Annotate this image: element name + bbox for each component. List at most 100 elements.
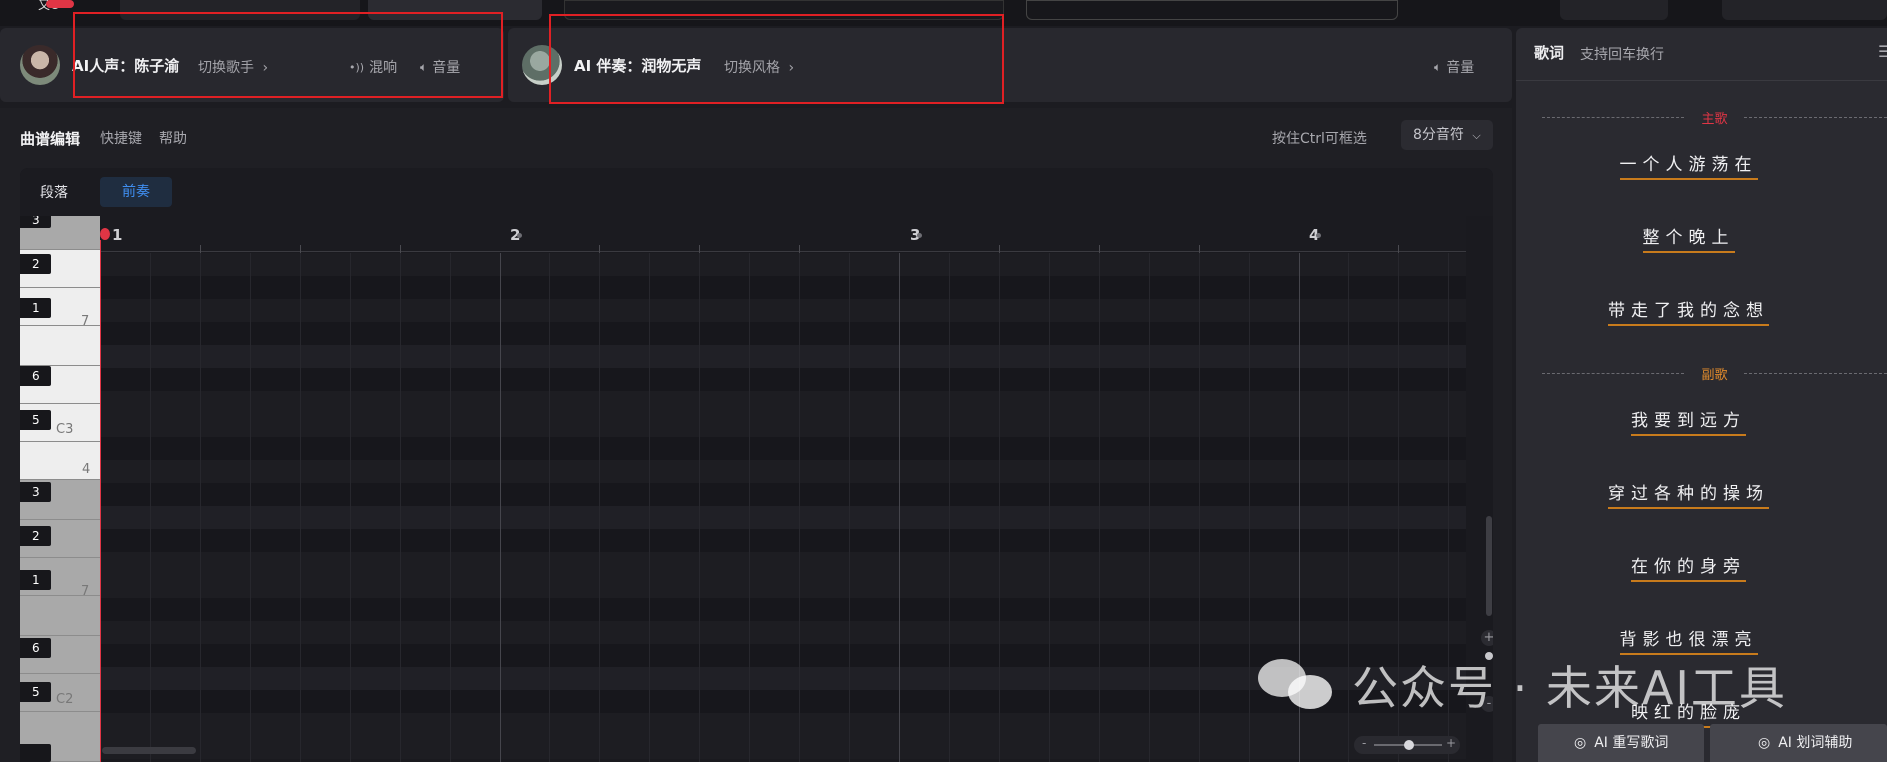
note-lane[interactable]: [100, 368, 1466, 391]
black-key[interactable]: 6: [20, 638, 51, 658]
lyric-text[interactable]: 一个人游荡在: [1619, 150, 1758, 180]
bar-ruler[interactable]: 1 2 3 4: [100, 216, 1466, 253]
ruler-tick: [300, 245, 301, 253]
note-lane[interactable]: [100, 552, 1466, 575]
note-lane[interactable]: [100, 299, 1466, 322]
lyric-line[interactable]: 整个晚上: [1516, 223, 1861, 253]
lyric-line[interactable]: 我要到远方: [1516, 406, 1861, 436]
menu-icon[interactable]: ☰: [1878, 42, 1887, 61]
wechat-watermark: 公众号 · 未来AI工具: [1258, 655, 1838, 715]
key-label: 7: [81, 314, 90, 329]
note-lane[interactable]: [100, 483, 1466, 506]
bar-line: [500, 253, 501, 762]
note-lane[interactable]: [100, 575, 1466, 598]
black-key[interactable]: 1: [20, 570, 51, 590]
beat-line: [1049, 253, 1050, 762]
shortcuts-link[interactable]: 快捷键: [100, 128, 142, 148]
ai-sparkle-icon: ◎: [1574, 735, 1587, 751]
black-key[interactable]: [20, 744, 51, 762]
ruler-tick: [999, 245, 1000, 253]
black-key[interactable]: 3: [20, 482, 51, 502]
ruler-tick: [1099, 245, 1100, 253]
beat-line: [400, 253, 401, 762]
lyric-line[interactable]: 一个人游荡在: [1516, 150, 1861, 180]
zoom-handle[interactable]: [1404, 740, 1414, 750]
divider: [1744, 373, 1887, 374]
black-key[interactable]: 6: [20, 366, 51, 386]
zoom-in-button[interactable]: +: [1481, 630, 1493, 646]
black-key[interactable]: 1: [20, 298, 51, 318]
zoom-out-icon[interactable]: -: [1362, 736, 1366, 750]
bar-marker: [917, 233, 922, 238]
bar-line: [899, 253, 900, 762]
note-lane[interactable]: [100, 713, 1466, 736]
ai-rewrite-lyrics-button[interactable]: ◎ AI 重写歌词: [1538, 724, 1704, 762]
singer-avatar[interactable]: [20, 45, 60, 85]
note-lane[interactable]: [100, 345, 1466, 368]
horizontal-scrollbar[interactable]: [102, 747, 196, 754]
lyric-text[interactable]: 背影也很漂亮: [1619, 625, 1758, 655]
annotation-box: [549, 14, 1004, 104]
beat-line: [450, 253, 451, 762]
note-lane[interactable]: [100, 506, 1466, 529]
accompaniment-volume-button[interactable]: 🔈︎ 音量: [1434, 57, 1474, 77]
volume-label: 音量: [1446, 60, 1475, 76]
verse-section-header: 主歌: [1542, 108, 1887, 128]
note-lane[interactable]: [100, 322, 1466, 345]
beat-line: [849, 253, 850, 762]
beat-line: [300, 253, 301, 762]
lyric-text[interactable]: 带走了我的念想: [1608, 296, 1769, 326]
note-length-select[interactable]: 8分音符 ⌵: [1401, 120, 1493, 150]
key-label: 4: [82, 462, 91, 477]
note-lane[interactable]: [100, 391, 1466, 414]
lyric-text[interactable]: 整个晚上: [1642, 223, 1735, 253]
key-label-c2: C2: [56, 692, 74, 707]
note-lane[interactable]: [100, 460, 1466, 483]
lyric-text[interactable]: 在你的身旁: [1631, 552, 1746, 582]
playhead-handle[interactable]: [100, 228, 110, 240]
beat-line: [1249, 253, 1250, 762]
black-key[interactable]: 5: [20, 682, 51, 702]
lyric-text[interactable]: 穿过各种的操场: [1608, 479, 1769, 509]
note-lane[interactable]: [100, 276, 1466, 299]
black-key[interactable]: 2: [20, 526, 51, 546]
lyric-line[interactable]: 背影也很漂亮: [1516, 625, 1861, 655]
top-panel: [1560, 0, 1668, 20]
beat-line: [200, 253, 201, 762]
note-lane[interactable]: [100, 414, 1466, 437]
beat-line: [549, 253, 550, 762]
note-lane[interactable]: [100, 253, 1466, 276]
beat-line: [350, 253, 351, 762]
ruler-tick: [1398, 245, 1399, 253]
black-key[interactable]: 5: [20, 410, 51, 430]
note-lane[interactable]: [100, 598, 1466, 621]
vertical-scrollbar[interactable]: [1486, 516, 1492, 616]
white-key[interactable]: [20, 326, 100, 366]
chevron-down-icon: ⌵: [1472, 129, 1481, 142]
beat-line: [799, 253, 800, 762]
beat-line: [999, 253, 1000, 762]
beat-line: [1199, 253, 1200, 762]
zoom-in-icon[interactable]: +: [1446, 736, 1456, 750]
white-key[interactable]: [20, 596, 100, 636]
note-lane[interactable]: [100, 529, 1466, 552]
ruler-tick: [599, 245, 600, 253]
black-key[interactable]: 2: [20, 254, 51, 274]
lyric-line[interactable]: 穿过各种的操场: [1516, 479, 1861, 509]
playhead-line: [100, 240, 101, 762]
lyric-line[interactable]: 在你的身旁: [1516, 552, 1861, 582]
key-label: 7: [81, 584, 90, 599]
beat-line: [250, 253, 251, 762]
black-key[interactable]: 3: [20, 216, 51, 228]
bar-number: 1: [112, 226, 123, 244]
help-link[interactable]: 帮助: [159, 128, 187, 148]
piano-keyboard[interactable]: 3 2 1 6 5 3 2 1 6 5 7 C3 4 7 C2: [20, 216, 100, 762]
note-lane[interactable]: [100, 736, 1466, 759]
note-lane[interactable]: [100, 437, 1466, 460]
lyric-text[interactable]: 我要到远方: [1631, 406, 1746, 436]
lyric-line[interactable]: 带走了我的念想: [1516, 296, 1861, 326]
note-lane[interactable]: [100, 621, 1466, 644]
ai-word-assist-button[interactable]: ◎ AI 划词辅助: [1710, 724, 1887, 762]
segment-tab-intro[interactable]: 前奏: [100, 177, 172, 207]
horizontal-zoom-slider[interactable]: - +: [1354, 736, 1460, 754]
